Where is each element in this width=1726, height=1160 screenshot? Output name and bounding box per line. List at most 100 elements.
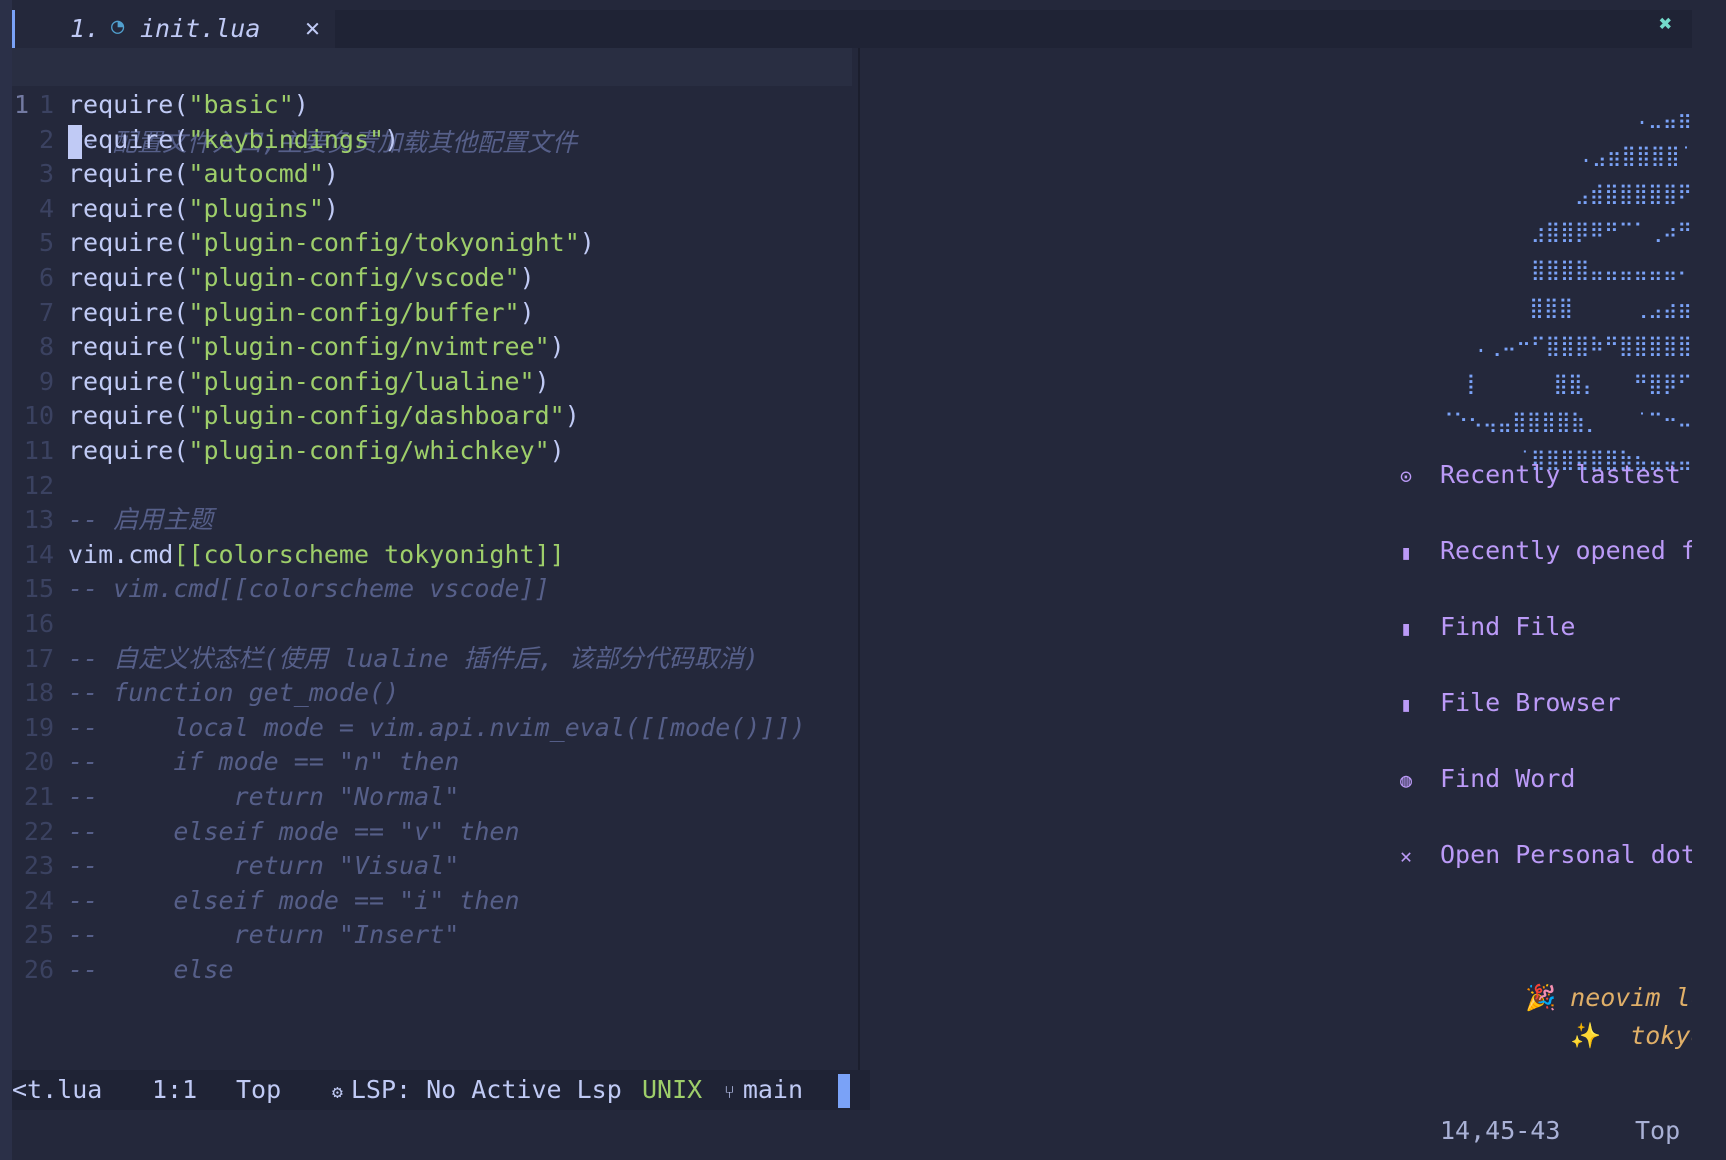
dashboard-item[interactable]: ▮ Find File xyxy=(1400,607,1575,647)
dashboard-item[interactable]: ⊙ Recently lastest xyxy=(1400,455,1681,495)
dashboard-item[interactable]: ▮ File Browser xyxy=(1400,683,1621,723)
code-text: require("plugin-config/tokyonight") xyxy=(68,228,595,257)
code-text: -- elseif mode == "i" then xyxy=(68,886,520,915)
code-text: -- 启用主题 xyxy=(68,505,214,534)
line-number: 24 xyxy=(23,886,54,915)
line-number: 15 xyxy=(23,574,54,603)
code-text: -- return "Insert" xyxy=(68,920,460,949)
close-tab-icon[interactable]: ✕ xyxy=(305,13,320,42)
logo-line: ⣿⣿⣿ ⢀⣠⣴⣶ xyxy=(1529,295,1692,319)
line-number: 4 xyxy=(38,194,54,223)
ruler-position: 14,45-43 xyxy=(1440,1116,1561,1145)
status-filename: <t.lua xyxy=(12,1075,103,1104)
file-copy-icon: ▮ xyxy=(1400,540,1413,564)
close-all-icon[interactable]: ✖ xyxy=(1659,12,1672,37)
line-number: 9 xyxy=(38,367,54,396)
status-cursor-position: 1:1 xyxy=(152,1075,198,1104)
logo-line: .⣠⣶⣿⣿⣿⣿˙ xyxy=(1580,143,1692,167)
line-number: 23 xyxy=(23,851,54,880)
line-number: 7 xyxy=(38,298,54,327)
line-number: 19 xyxy=(23,713,54,742)
line-number: 18 xyxy=(23,678,54,707)
lua-file-icon: ◔ xyxy=(111,14,125,39)
dashboard-footer-line: 🎉 neovim lo xyxy=(1525,979,1692,1017)
tab-filename: init.lua xyxy=(140,14,261,43)
line-number: 2 xyxy=(38,125,54,154)
dashboard-item-label: File Browser xyxy=(1440,688,1621,717)
command-line[interactable]: 14,45-43 Top xyxy=(12,1110,1692,1160)
tab-number: 1. xyxy=(70,14,101,43)
code-text: require("plugin-config/buffer") xyxy=(68,298,535,327)
statusline: <t.lua 1:1 Top ⚙ LSP: No Active Lsp UNIX … xyxy=(12,1070,1692,1110)
git-branch-icon: ⑂ xyxy=(724,1082,735,1103)
code-text: -- else xyxy=(68,955,234,984)
dashboard-item-label: Recently lastest xyxy=(1440,460,1681,489)
gear-icon: ⚙ xyxy=(332,1082,343,1103)
logo-line: .⣀⣤⣶ xyxy=(1636,105,1692,129)
code-text: -- 自定义状态栏(使用 lualine 插件后, 该部分代码取消) xyxy=(68,644,759,673)
status-lsp: ⚙ LSP: No Active Lsp xyxy=(332,1070,622,1110)
status-fileformat: UNIX xyxy=(642,1075,703,1104)
party-icon: 🎉 xyxy=(1525,983,1557,1012)
window-edge xyxy=(0,0,12,1160)
dashboard-item[interactable]: ✕ Open Personal dot xyxy=(1400,835,1692,875)
code-text: -- return "Visual" xyxy=(68,851,460,880)
dashboard-item[interactable]: ◍ Find Word xyxy=(1400,759,1575,799)
line-number: 25 xyxy=(23,920,54,949)
status-lsp-text: LSP: No Active Lsp xyxy=(350,1075,622,1104)
line-number: 12 xyxy=(23,471,54,500)
dashboard-logo: .⣀⣤⣶ .⣠⣶⣿⣿⣿⣿˙ ⣠⣾⣿⣿⣿⣿⣿⠟ ⣰⣿⣿⡿⠿⠛⠉⠁⢀⠴⠛ ⣿⣿⣿⣿⣤⣤⣤⣤⣤… xyxy=(1439,98,1692,478)
status-branch: main xyxy=(742,1075,804,1104)
line-number: 21 xyxy=(23,782,54,811)
code-text: require("plugin-config/whichkey") xyxy=(68,436,565,465)
history-icon: ⊙ xyxy=(1400,464,1413,488)
line-number: 13 xyxy=(23,505,54,534)
current-line-highlight xyxy=(12,48,852,86)
logo-line: .⢀⠤⠒⠋⣿⣿⣿⠷⠛⣿⣿⣿⣿⣿ xyxy=(1474,333,1692,357)
sparkles-icon: ✨ xyxy=(1570,1021,1602,1050)
code-text: require("autocmd") xyxy=(68,159,339,188)
line-number: 14 xyxy=(23,540,54,569)
dashboard-item-label: Find File xyxy=(1440,612,1576,641)
code-text: -- vim.cmd[[colorscheme vscode]] xyxy=(68,574,550,603)
code-text: require("plugin-config/vscode") xyxy=(68,263,535,292)
status-scroll: Top xyxy=(236,1075,282,1104)
find-word-icon: ◍ xyxy=(1400,768,1413,792)
code-text: require("keybindings") xyxy=(68,125,400,154)
logo-line: ⡇ ⣿⣿⡄ ⠛⣿⡿⠋ xyxy=(1466,371,1692,395)
neovim-window: 1. ◔ init.lua ✕ ✖ 1 - 配置文件入口,主要负责加载其他配置文… xyxy=(0,0,1726,1160)
ruler-scroll: Top xyxy=(1635,1116,1681,1145)
line-number: 1 xyxy=(38,90,54,119)
status-inactive xyxy=(870,1070,1692,1110)
status-mode-block xyxy=(838,1074,850,1108)
dashboard-footer-text: tokyo xyxy=(1630,1021,1692,1050)
line-number: 8 xyxy=(38,332,54,361)
code-editor[interactable]: 1 - 配置文件入口,主要负责加载其他配置文件 1 require("basic"… xyxy=(12,48,858,1070)
code-text: require("basic") xyxy=(68,90,309,119)
code-text: -- function get_mode() xyxy=(68,678,400,707)
line-number: 20 xyxy=(23,747,54,776)
tab-init-lua[interactable]: 1. ◔ init.lua ✕ xyxy=(12,10,335,50)
logo-line: ⣿⣿⣿⣿⣤⣤⣤⣤⣤⣤⠄ xyxy=(1530,257,1692,281)
tools-icon: ✕ xyxy=(1400,844,1413,868)
line-number: 22 xyxy=(23,817,54,846)
code-text: require("plugin-config/dashboard") xyxy=(68,401,580,430)
line-number: 3 xyxy=(38,159,54,188)
dashboard-item-label: Open Personal dot xyxy=(1440,840,1692,869)
file-browser-icon: ▮ xyxy=(1400,692,1413,716)
line-number: 11 xyxy=(23,436,54,465)
file-icon: ▮ xyxy=(1400,616,1413,640)
status-git: ⑂ main xyxy=(724,1070,803,1110)
logo-line: ⣰⣿⣿⡿⠿⠛⠉⠁⢀⠴⠛ xyxy=(1530,219,1692,243)
code-text: -- local mode = vim.api.nvim_eval([[mode… xyxy=(68,713,806,742)
code-text: vim.cmd[[colorscheme tokyonight]] xyxy=(68,540,565,569)
dashboard-footer-text: neovim lo xyxy=(1570,983,1692,1012)
code-text: -- if mode == "n" then xyxy=(68,747,460,776)
dashboard-item[interactable]: ▮ Recently opened f xyxy=(1400,531,1692,571)
line-number: 6 xyxy=(38,263,54,292)
code-line-current[interactable]: 1 - 配置文件入口,主要负责加载其他配置文件 xyxy=(12,48,577,159)
line-number: 5 xyxy=(38,228,54,257)
code-text: require("plugins") xyxy=(68,194,339,223)
code-text: require("plugin-config/nvimtree") xyxy=(68,332,565,361)
line-number: 10 xyxy=(23,401,54,430)
